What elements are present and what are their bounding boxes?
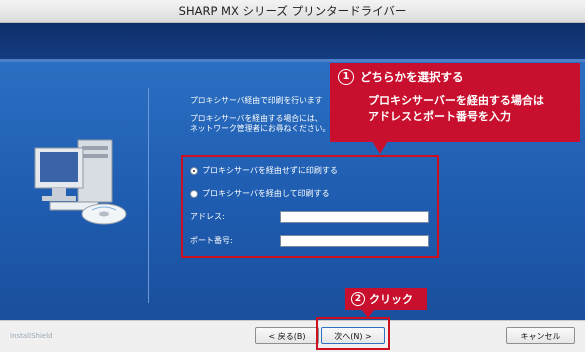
- step1-number: 1: [338, 69, 354, 85]
- cancel-button[interactable]: キャンセル: [506, 327, 575, 344]
- step1-callout: 1 どちらかを選択する プロキシサーバーを経由する場合は アドレスとポート番号を…: [330, 63, 580, 142]
- options-highlight: [181, 155, 439, 258]
- step1-body-line2: アドレスとポート番号を入力: [368, 110, 511, 123]
- back-button[interactable]: < 戻る(B): [255, 327, 319, 344]
- next-button-highlight: [316, 317, 390, 350]
- wizard-header: [0, 23, 585, 59]
- title-bar: SHARP MX シリーズ プリンタードライバー: [0, 0, 585, 23]
- intro-note-line1: プロキシサーバを経由する場合には、: [190, 114, 323, 123]
- step2-title: クリック: [369, 293, 413, 306]
- step1-body-line1: プロキシサーバーを経由する場合は: [368, 94, 544, 107]
- step1-title: どちらかを選択する: [360, 70, 464, 84]
- computer-with-disc-icon: [34, 139, 127, 225]
- intro-text: プロキシサーバ経由で印刷を行います: [190, 96, 323, 105]
- intro-note-line2: ネットワーク管理者にお尋ねください。: [190, 124, 331, 133]
- step2-callout: 2 クリック: [345, 288, 427, 310]
- wizard-footer: InstallShield < 戻る(B) 次へ(N) > キャンセル: [0, 320, 585, 352]
- step1-body: プロキシサーバーを経由する場合は アドレスとポート番号を入力: [368, 93, 572, 125]
- panel-divider: [148, 88, 149, 303]
- step1-heading: 1 どちらかを選択する: [338, 69, 572, 85]
- window-title: SHARP MX シリーズ プリンタードライバー: [178, 4, 407, 18]
- installshield-brand: InstallShield: [10, 332, 53, 340]
- step2-number: 2: [351, 292, 365, 306]
- step1-pointer: [372, 141, 388, 154]
